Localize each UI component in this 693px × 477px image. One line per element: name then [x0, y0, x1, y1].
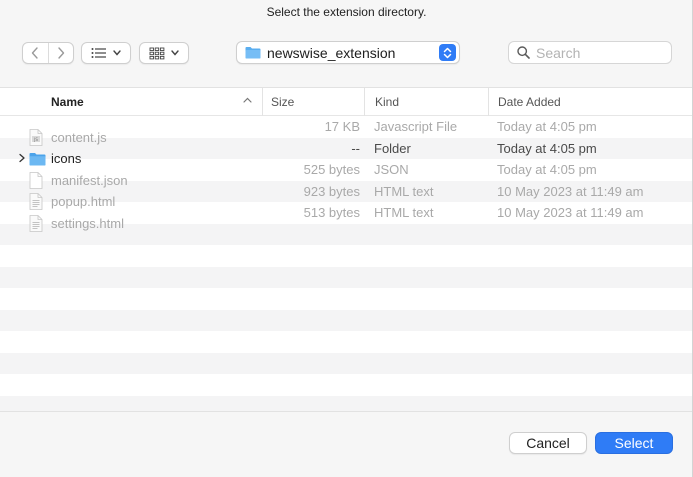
chevron-right-icon: [58, 47, 65, 59]
file-date-added: 10 May 2023 at 11:49 am: [497, 205, 644, 221]
toolbar: newswise_extension: [0, 38, 693, 68]
navigation-control: [22, 42, 74, 64]
group-by-menu[interactable]: [139, 42, 189, 64]
view-mode-menu[interactable]: [81, 42, 131, 64]
forward-button[interactable]: [47, 43, 73, 63]
file-name: manifest.json: [51, 172, 128, 188]
file-kind: Javascript File: [374, 119, 458, 135]
js-file-icon: JS: [29, 128, 43, 146]
file-size: 923 bytes: [303, 183, 360, 199]
file-size: 513 bytes: [303, 205, 360, 221]
empty-row: [0, 395, 692, 411]
search-field[interactable]: [508, 41, 672, 64]
svg-text:JS: JS: [33, 137, 38, 142]
open-dialog: Select the extension directory. newswise…: [0, 0, 693, 477]
file-date-added: 10 May 2023 at 11:49 am: [497, 183, 644, 199]
icon-grid-icon: [149, 47, 165, 59]
empty-row: [0, 266, 692, 288]
dialog-footer: Cancel Select: [0, 413, 692, 477]
file-kind: HTML text: [374, 205, 434, 221]
column-header: Name Size Kind Date Added: [0, 88, 692, 116]
chevron-down-icon: [171, 50, 179, 56]
file-row[interactable]: JS content.js 17 KB Javascript File Toda…: [0, 116, 692, 146]
file-kind: JSON: [374, 162, 409, 178]
back-button[interactable]: [23, 43, 48, 63]
html-file-icon: [29, 214, 43, 232]
file-size: 525 bytes: [303, 162, 360, 178]
file-size: 17 KB: [324, 119, 360, 135]
sort-ascending-icon: [243, 97, 252, 103]
empty-row: [0, 309, 692, 331]
column-kind-label: Kind: [375, 94, 400, 109]
folder-icon: [29, 153, 46, 166]
select-button[interactable]: Select: [595, 432, 673, 454]
html-file-icon: [29, 193, 43, 211]
folder-icon: [245, 47, 261, 59]
disclosure-triangle-icon[interactable]: [17, 153, 27, 163]
column-date-added-label: Date Added: [498, 94, 561, 109]
column-size[interactable]: Size: [262, 88, 364, 116]
list-view-icon: [91, 48, 106, 58]
column-kind[interactable]: Kind: [364, 88, 488, 116]
search-input[interactable]: [536, 44, 666, 61]
column-name[interactable]: Name: [0, 88, 262, 116]
file-date-added: Today at 4:05 pm: [497, 119, 597, 135]
search-icon: [517, 46, 530, 59]
chevron-left-icon: [32, 47, 39, 59]
column-name-label: Name: [51, 94, 84, 109]
file-name: settings.html: [51, 215, 124, 231]
empty-row: [0, 288, 692, 310]
file-date-added: Today at 4:05 pm: [497, 140, 597, 156]
location-label: newswise_extension: [267, 44, 396, 61]
file-row[interactable]: manifest.json 525 bytes JSON Today at 4:…: [0, 159, 692, 189]
file-kind: HTML text: [374, 183, 434, 199]
file-date-added: Today at 4:05 pm: [497, 162, 597, 178]
empty-row: [0, 352, 692, 374]
document-icon: [29, 171, 43, 189]
location-popup[interactable]: newswise_extension: [236, 41, 460, 64]
file-list: Name Size Kind Date Added JS content.js …: [0, 87, 692, 412]
chevron-up-down-icon: [443, 47, 452, 58]
column-date-added[interactable]: Date Added: [488, 88, 692, 116]
file-size: --: [351, 140, 360, 156]
column-size-label: Size: [271, 94, 295, 109]
file-name: popup.html: [51, 194, 116, 210]
cancel-button[interactable]: Cancel: [509, 432, 587, 454]
popup-stepper: [439, 44, 456, 61]
empty-row: [0, 245, 692, 267]
chevron-down-icon: [113, 50, 121, 56]
dialog-title: Select the extension directory.: [266, 5, 427, 19]
empty-row: [0, 374, 692, 396]
file-name: icons: [51, 151, 82, 167]
file-kind: Folder: [374, 140, 411, 156]
empty-row: [0, 331, 692, 353]
file-name: content.js: [51, 129, 107, 145]
